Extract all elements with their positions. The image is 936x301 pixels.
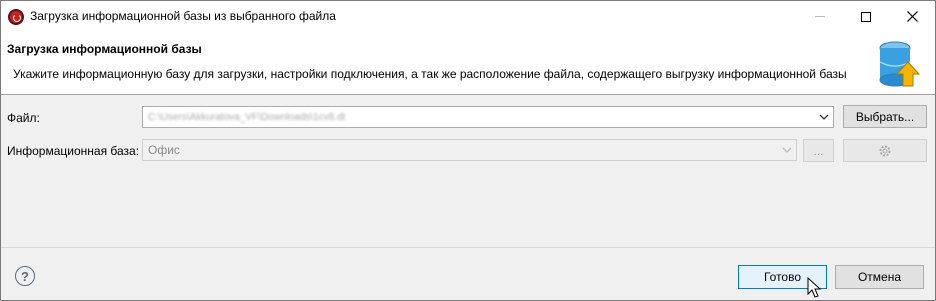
maximize-icon xyxy=(861,11,871,22)
footer-divider xyxy=(1,247,935,248)
close-icon xyxy=(906,11,918,22)
infobase-label: Информационная база: xyxy=(7,144,140,158)
gear-icon xyxy=(879,145,891,156)
window-title: Загрузка информационной базы из выбранно… xyxy=(30,9,336,23)
minimize-button[interactable] xyxy=(797,1,843,32)
banner-description: Укажите информационную базу для загрузки… xyxy=(13,67,847,81)
connection-settings-button[interactable] xyxy=(843,139,927,162)
file-path-value: C:\Users\Akkuratova_VF\Downloads\1cv8.dt xyxy=(148,112,346,123)
infobase-value: Офис xyxy=(148,143,180,157)
minimize-icon xyxy=(815,16,825,17)
file-path-combobox[interactable]: C:\Users\Akkuratova_VF\Downloads\1cv8.dt xyxy=(142,106,834,128)
infobase-combobox[interactable]: Офис xyxy=(142,139,797,161)
cancel-button[interactable]: Отмена xyxy=(835,265,924,289)
choose-file-button[interactable]: Выбрать... xyxy=(843,105,927,128)
chevron-down-icon[interactable] xyxy=(819,113,829,121)
chevron-down-icon[interactable] xyxy=(782,146,792,154)
maximize-button[interactable] xyxy=(843,1,889,32)
database-upload-icon xyxy=(879,41,921,87)
title-bar: Загрузка информационной базы из выбранно… xyxy=(1,1,935,32)
browse-infobase-button[interactable]: ... xyxy=(803,139,834,162)
header-banner: Загрузка информационной базы Укажите инф… xyxy=(1,32,935,95)
mouse-cursor-icon xyxy=(807,277,822,298)
app-logo-icon xyxy=(8,9,24,25)
close-button[interactable] xyxy=(889,1,935,32)
help-icon[interactable]: ? xyxy=(15,266,35,286)
banner-title: Загрузка информационной базы xyxy=(7,42,202,56)
dialog-window: Загрузка информационной базы из выбранно… xyxy=(0,0,936,301)
file-label: Файл: xyxy=(7,111,40,125)
